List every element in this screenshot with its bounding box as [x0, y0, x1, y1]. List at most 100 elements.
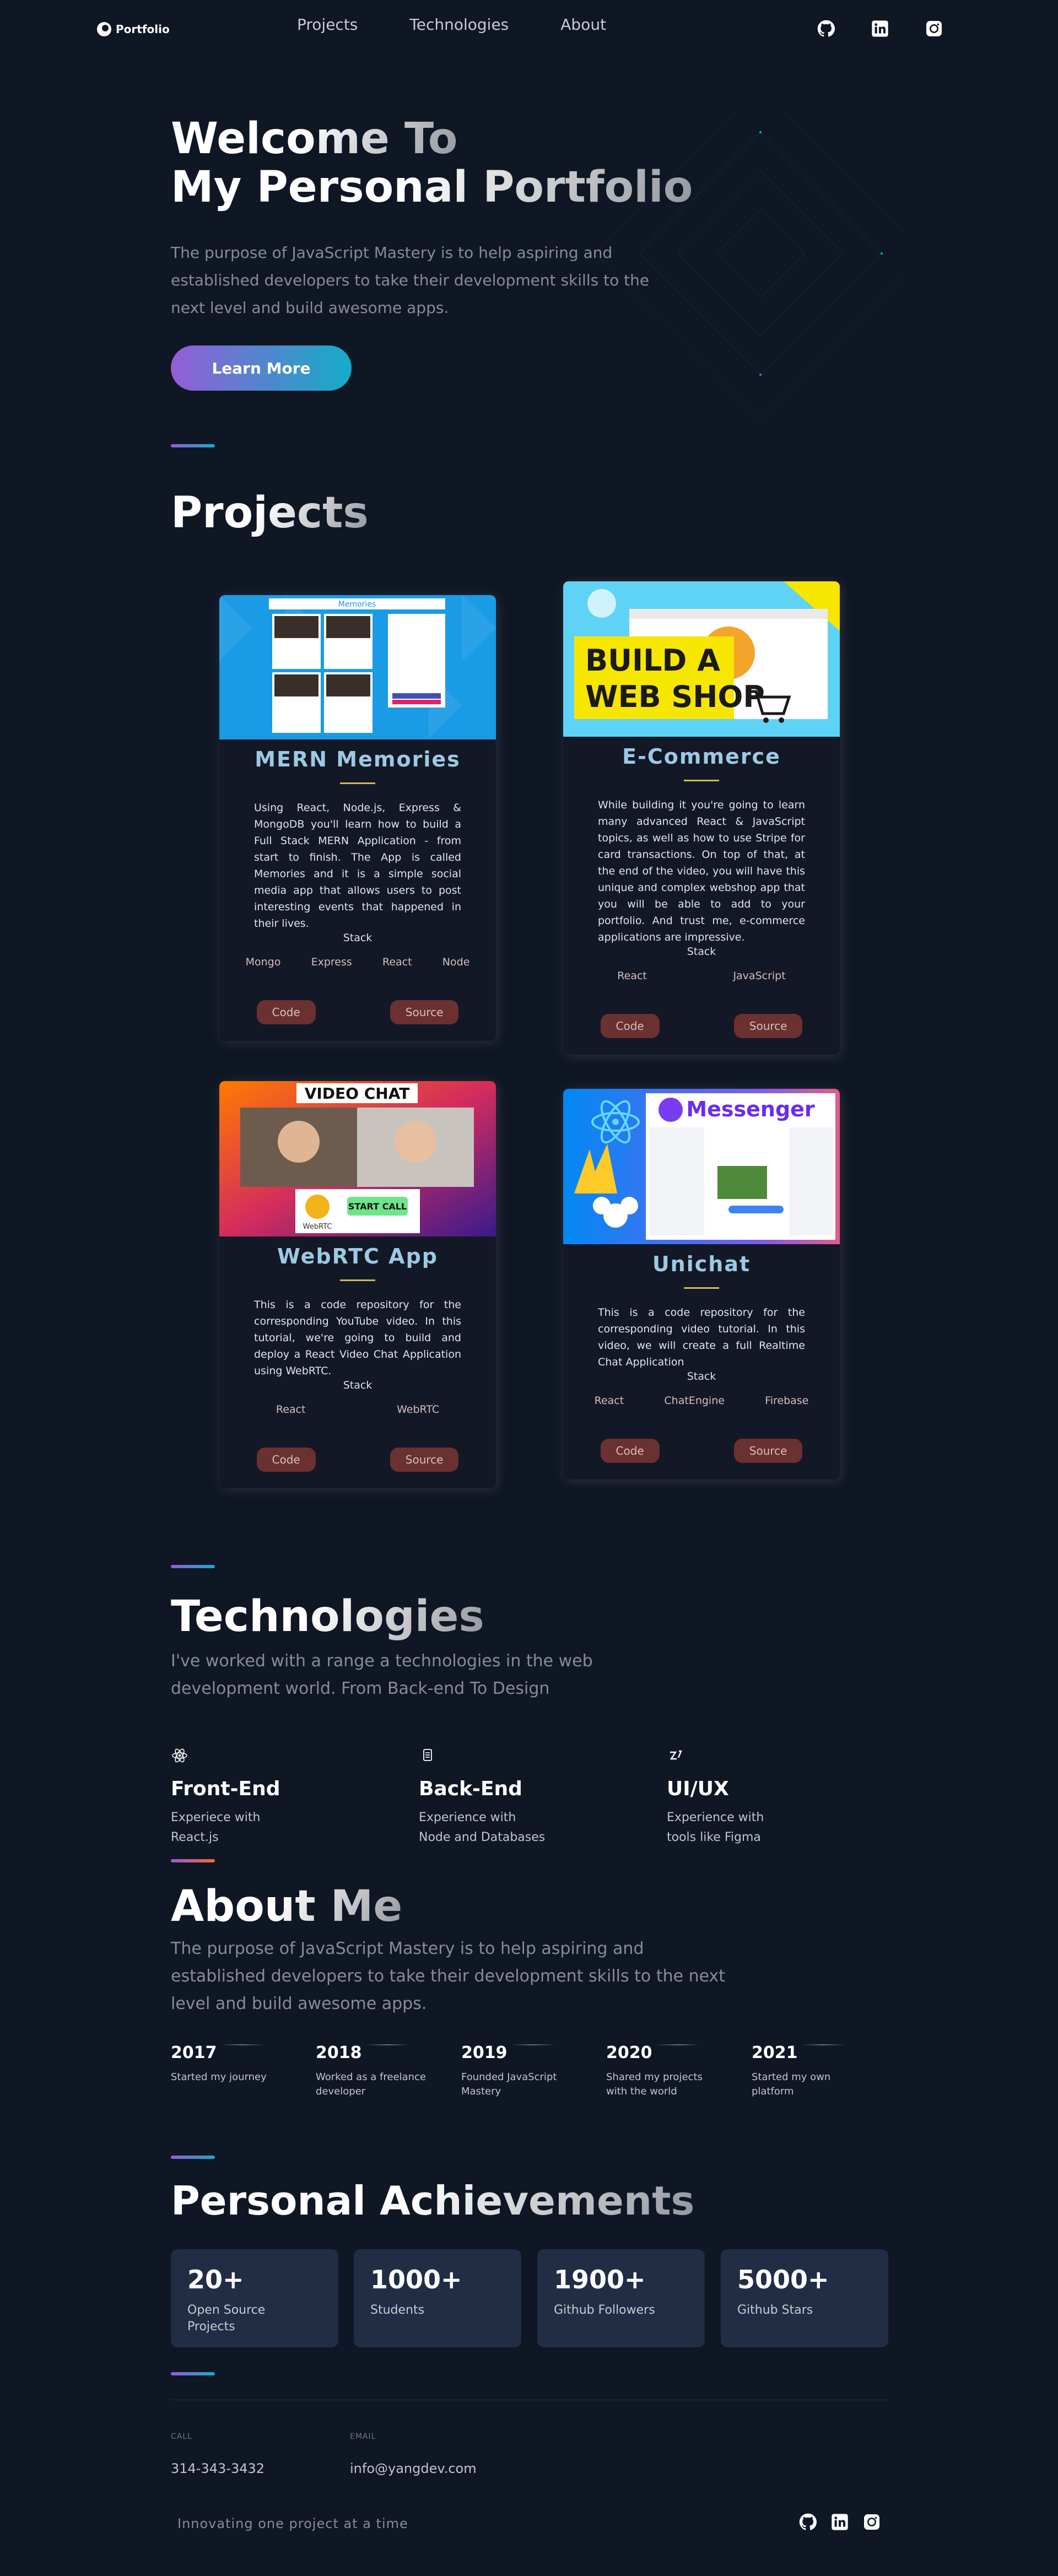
- linkedin-icon[interactable]: [830, 2513, 849, 2531]
- section-divider: [171, 2372, 215, 2375]
- footer-email: EMAIL info@yangdev.com: [350, 2432, 477, 2476]
- project-description: This is a code repository for the corres…: [254, 1299, 461, 1377]
- source-button[interactable]: Source: [733, 1439, 803, 1463]
- about-text: The purpose of JavaScript Mastery is to …: [171, 1939, 726, 2013]
- timeline-item: 2020 Shared my projects with the world: [606, 2043, 716, 2099]
- logo[interactable]: Portfolio: [97, 22, 170, 36]
- achievement-box: 1000+ Students: [354, 2249, 521, 2347]
- tag: React: [382, 956, 412, 968]
- timeline-line: [511, 2044, 555, 2045]
- achievement-label: Students: [370, 2303, 425, 2317]
- timeline-item: 2018 Worked as a freelance developer: [316, 2043, 426, 2099]
- code-button[interactable]: Code: [600, 1439, 660, 1463]
- tag: Node: [442, 956, 470, 968]
- timeline-item: 2017 Started my journey: [171, 2043, 281, 2084]
- start-call-image-text: START CALL: [348, 1201, 407, 1212]
- stack-label: Stack: [343, 1379, 373, 1391]
- project-image-messenger: Messenger: [563, 1089, 840, 1244]
- code-button[interactable]: Code: [256, 1000, 316, 1024]
- email-link[interactable]: info@yangdev.com: [350, 2461, 477, 2476]
- card-buttons: Code Source: [219, 1448, 496, 1488]
- project-title: MERN Memories: [255, 747, 461, 771]
- tech-item-back-end: Back-End Experience with Node and Databas…: [419, 1747, 584, 1848]
- webshop-image-text-1: BUILD A: [585, 643, 720, 678]
- header-social-links: [817, 19, 943, 38]
- project-title: Unichat: [652, 1252, 751, 1276]
- tech-text-line1: Experience with: [667, 1811, 764, 1824]
- timeline-year: 2020: [606, 2043, 652, 2062]
- timeline-line: [365, 2044, 409, 2045]
- video-chat-image-text: VIDEO CHAT: [305, 1084, 410, 1103]
- project-title: WebRTC App: [277, 1244, 438, 1268]
- project-description: While building it you're going to learn …: [598, 799, 805, 943]
- tech-text-line1: Experience with: [419, 1811, 516, 1824]
- instagram-icon[interactable]: [925, 19, 943, 38]
- tag-list: React WebRTC: [219, 1403, 496, 1416]
- timeline-year: 2017: [171, 2043, 217, 2062]
- technologies-title: Technologies: [171, 1592, 484, 1641]
- tech-text-line2: Node and Databases: [419, 1830, 546, 1844]
- email-label: EMAIL: [350, 2432, 376, 2441]
- github-icon[interactable]: [798, 2513, 817, 2531]
- zeplin-icon: [667, 1750, 684, 1767]
- tag: WebRTC: [397, 1403, 440, 1416]
- source-button[interactable]: Source: [390, 1448, 459, 1472]
- tag: Firebase: [765, 1395, 809, 1407]
- project-description: Using React, Node.js, Express & MongoDB …: [254, 802, 461, 930]
- footer-slogan: Innovating one project at a time: [177, 2516, 408, 2531]
- code-button[interactable]: Code: [256, 1448, 316, 1472]
- card-divider: [340, 1279, 375, 1281]
- project-card-mern-memories: Memories MERN Memories Using React, Node…: [219, 595, 496, 1041]
- timeline-item: 2019 Founded JavaScript Mastery: [461, 2043, 571, 2099]
- projects-title: Projects: [171, 488, 369, 538]
- about-title: About Me: [171, 1882, 403, 1931]
- tag: JavaScript: [733, 970, 786, 982]
- section-divider: [171, 1565, 215, 1568]
- source-button[interactable]: Source: [390, 1000, 459, 1024]
- timeline-text: Worked as a freelance developer: [316, 2071, 426, 2097]
- achievement-number: 1900+: [554, 2265, 646, 2294]
- github-icon[interactable]: [817, 19, 835, 38]
- stack-label: Stack: [687, 946, 716, 958]
- card-buttons: Code Source: [219, 1000, 496, 1041]
- phone-link[interactable]: 314-343-3432: [171, 2461, 264, 2476]
- project-image-webshop: BUILD A WEB SHOP: [563, 581, 840, 737]
- achievement-number: 5000+: [737, 2265, 829, 2294]
- achievements-title: Personal Achievements: [171, 2178, 695, 2224]
- tag: Mongo: [245, 956, 281, 968]
- memories-image-text: Memories: [338, 600, 376, 609]
- call-label: CALL: [171, 2432, 192, 2441]
- timeline-line: [801, 2044, 845, 2045]
- hero-text: The purpose of JavaScript Mastery is to …: [171, 244, 650, 317]
- hero-title-line2: My Personal Portfolio: [171, 163, 693, 212]
- tech-text-line2: React.js: [171, 1830, 219, 1844]
- react-icon: [171, 1748, 188, 1767]
- timeline-text: Founded JavaScript Mastery: [461, 2071, 557, 2097]
- tech-item-front-end: Front-End Experiece with React.js: [171, 1747, 336, 1848]
- nav-link-technologies[interactable]: Technologies: [409, 15, 509, 34]
- project-card-e-commerce: BUILD A WEB SHOP E-Commerce While buildi…: [563, 581, 840, 1055]
- achievement-label: Open Source Projects: [187, 2303, 266, 2334]
- nav-link-projects[interactable]: Projects: [297, 15, 358, 34]
- linkedin-icon[interactable]: [871, 19, 889, 38]
- instagram-icon[interactable]: [862, 2513, 881, 2531]
- code-button[interactable]: Code: [600, 1014, 660, 1038]
- tag: React: [594, 1395, 624, 1407]
- webshop-image-text-2: WEB SHOP: [585, 679, 765, 714]
- section-divider: [171, 2156, 215, 2159]
- source-button[interactable]: Source: [733, 1014, 803, 1038]
- tag-list: React JavaScript: [563, 970, 840, 982]
- messenger-image-text: Messenger: [686, 1097, 815, 1121]
- tech-text-line1: Experiece with: [171, 1811, 261, 1824]
- nav-link-about[interactable]: About: [560, 15, 606, 34]
- project-title: E-Commerce: [622, 744, 781, 769]
- timeline-line: [656, 2044, 700, 2045]
- database-icon: [419, 1749, 436, 1767]
- tag: React: [617, 970, 647, 982]
- learn-more-button[interactable]: Learn More: [171, 345, 352, 391]
- hero-title-line1: Welcome To: [171, 114, 458, 164]
- section-divider: [171, 1859, 215, 1862]
- tech-item-ui-ux: UI/UX Experience with tools like Figma: [667, 1747, 832, 1848]
- achievement-box: 1900+ Github Followers: [537, 2249, 705, 2347]
- timeline-line: [220, 2044, 264, 2045]
